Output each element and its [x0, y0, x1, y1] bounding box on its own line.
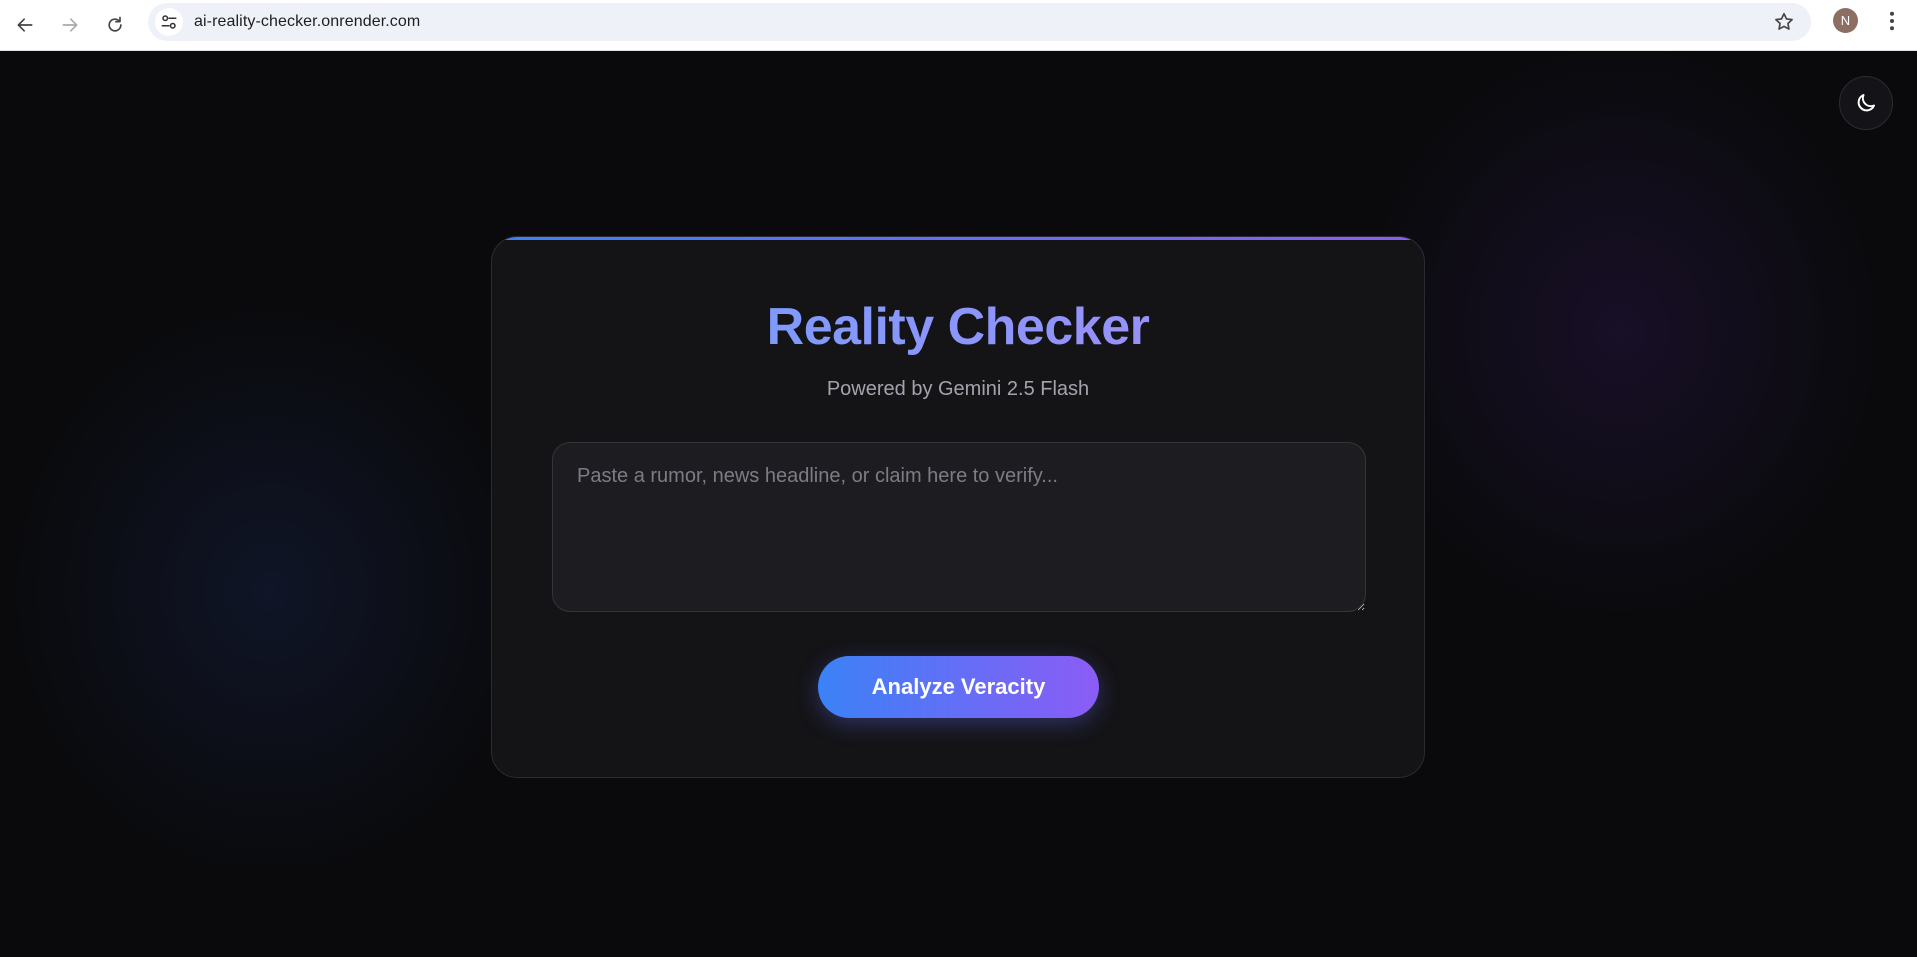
page-title: Reality Checker	[492, 297, 1424, 357]
forward-button[interactable]	[51, 6, 89, 44]
address-bar[interactable]: ai-reality-checker.onrender.com	[148, 3, 1811, 41]
reload-button[interactable]	[96, 6, 134, 44]
bookmark-star-icon[interactable]	[1773, 11, 1795, 33]
site-info-button[interactable]	[155, 8, 183, 36]
moon-icon	[1857, 94, 1875, 112]
analyze-veracity-button[interactable]: Analyze Veracity	[818, 656, 1099, 718]
url-text[interactable]: ai-reality-checker.onrender.com	[194, 13, 420, 31]
forward-arrow-icon	[62, 18, 78, 32]
page-content: Reality Checker Powered by Gemini 2.5 Fl…	[0, 51, 1917, 957]
back-button[interactable]	[6, 6, 44, 44]
profile-avatar[interactable]: N	[1833, 8, 1858, 33]
back-arrow-icon	[17, 18, 33, 32]
tune-icon	[161, 15, 177, 29]
checker-card: Reality Checker Powered by Gemini 2.5 Fl…	[491, 236, 1425, 778]
claim-input[interactable]	[552, 442, 1366, 612]
theme-toggle-button[interactable]	[1839, 76, 1893, 130]
reload-icon	[108, 16, 122, 32]
browser-menu-button[interactable]	[1880, 8, 1904, 34]
more-vert-icon	[1890, 11, 1894, 31]
browser-toolbar: ai-reality-checker.onrender.com N	[0, 0, 1917, 51]
card-accent-bar	[492, 237, 1424, 240]
page-subtitle: Powered by Gemini 2.5 Flash	[826, 378, 1090, 400]
